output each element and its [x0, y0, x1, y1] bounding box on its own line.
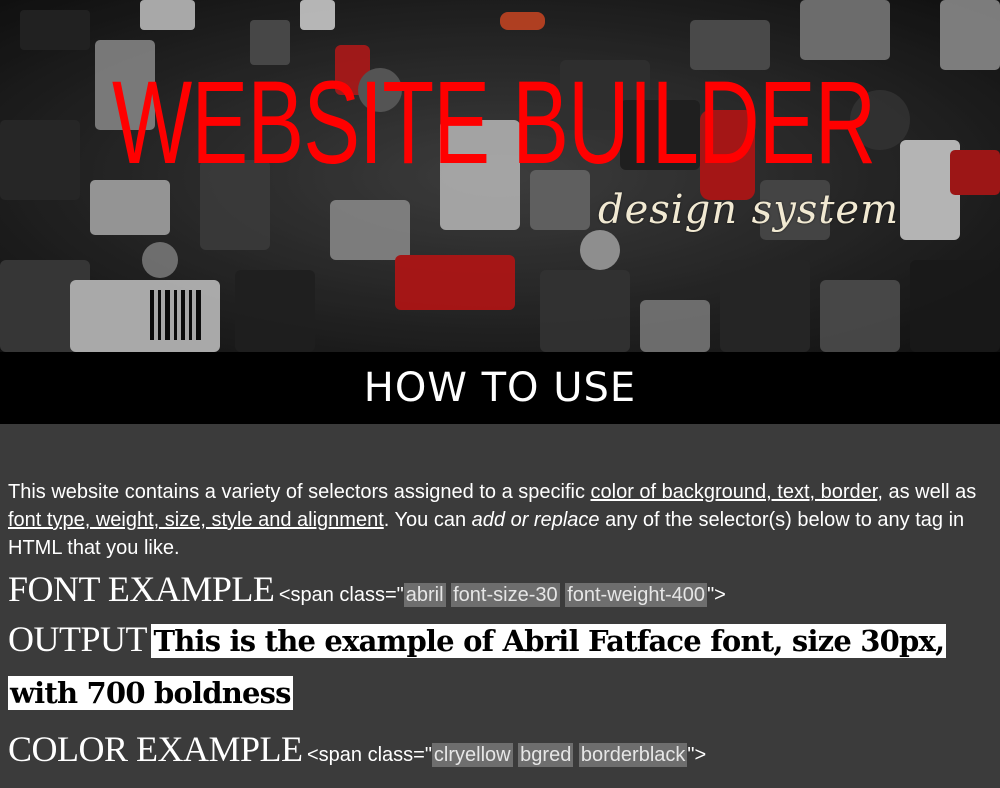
section-heading-banner: HOW TO USE [0, 352, 1000, 424]
class-tag: clryellow [431, 743, 513, 767]
output-sample-text: This is the example of Abril Fatface fon… [8, 624, 947, 710]
code-close: "> [687, 744, 707, 766]
hero-banner: WEBSITE BUILDER design system [0, 0, 1000, 352]
color-example-row: COLOR EXAMPLE <span class=" clryellow bgr… [8, 728, 992, 770]
intro-text-3: . You can [383, 509, 472, 531]
font-example-label: FONT EXAMPLE [8, 569, 275, 609]
output-example-row: OUTPUT This is the example of Abril Fatf… [8, 616, 992, 722]
class-tag: abril [403, 583, 446, 607]
class-tag: borderblack [578, 743, 688, 767]
code-open: <span class=" [278, 584, 404, 606]
main-content: This website contains a variety of selec… [0, 424, 1000, 770]
color-example-code: <span class=" clryellow bgred borderblack… [307, 743, 706, 767]
class-tag: bgred [518, 743, 574, 767]
class-tag: font-weight-400 [565, 583, 708, 607]
font-example-row: FONT EXAMPLE <span class=" abril font-siz… [8, 568, 992, 610]
output-label: OUTPUT [8, 619, 148, 659]
intro-paragraph: This website contains a variety of selec… [8, 478, 992, 562]
font-example-code: <span class=" abril font-size-30 font-wei… [279, 583, 726, 607]
site-title: WEBSITE BUILDER [112, 57, 876, 189]
color-example-label: COLOR EXAMPLE [8, 729, 303, 769]
section-heading: HOW TO USE [363, 365, 637, 411]
color-selectors-link[interactable]: color of background, text, border [591, 481, 878, 503]
font-selectors-link[interactable]: font type, weight, size, style and align… [8, 509, 384, 531]
class-tag: font-size-30 [451, 583, 560, 607]
code-close: "> [707, 584, 726, 606]
intro-emphasis: add or replace [471, 509, 600, 531]
intro-text-1: This website contains a variety of selec… [8, 481, 591, 503]
site-subtitle: design system [598, 187, 900, 233]
intro-text-2: , as well as [877, 481, 977, 503]
code-open: <span class=" [306, 744, 432, 766]
